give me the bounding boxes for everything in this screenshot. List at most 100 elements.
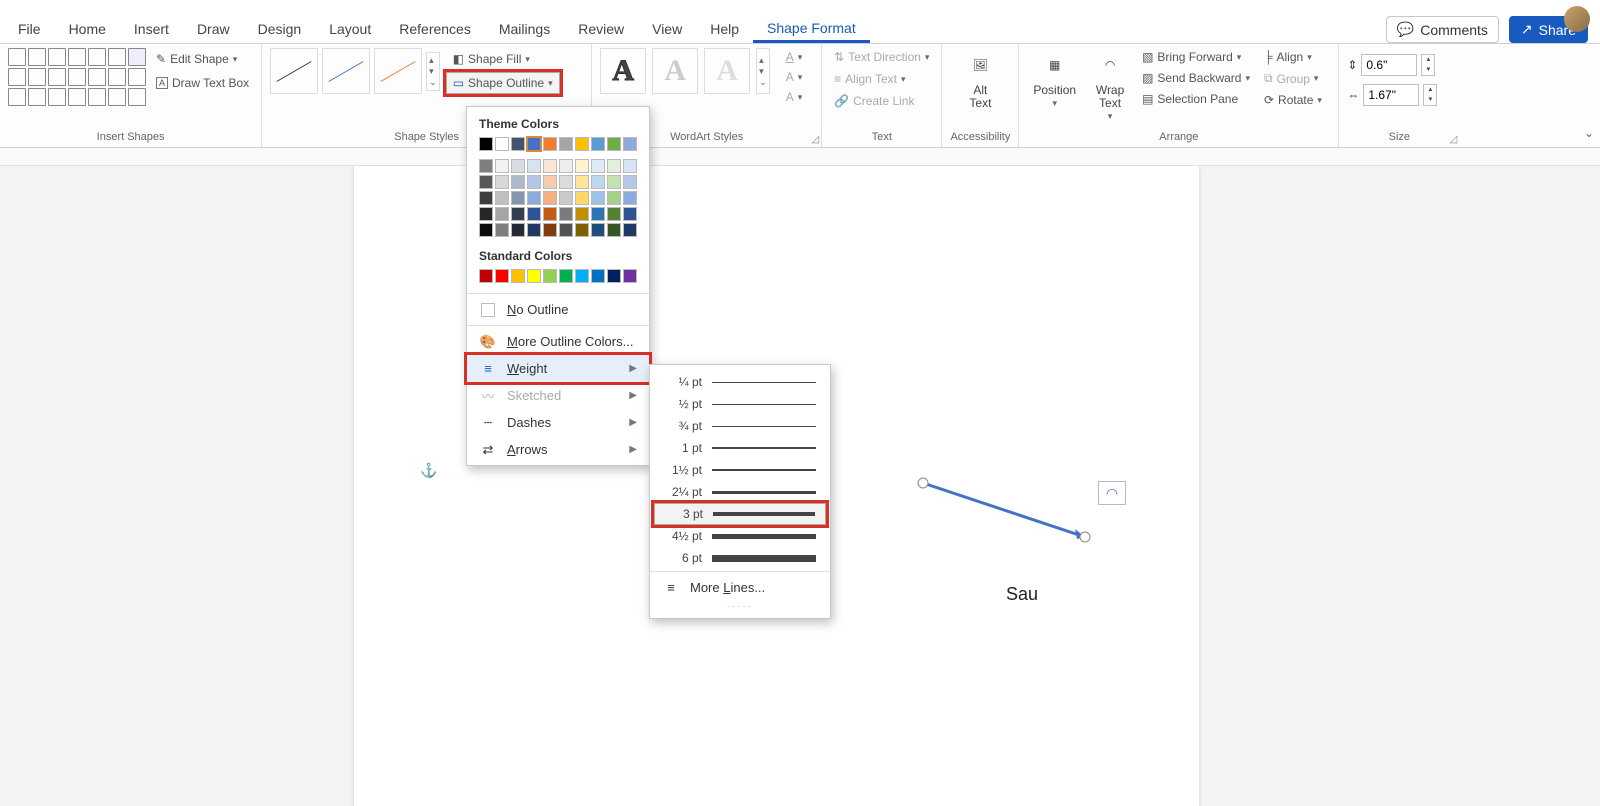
tab-insert[interactable]: Insert	[120, 13, 183, 43]
horizontal-ruler[interactable]	[0, 148, 1600, 166]
text-direction-button[interactable]: ⇅ Text Direction▾	[830, 48, 933, 66]
color-swatch[interactable]	[559, 207, 573, 221]
color-swatch[interactable]	[543, 175, 557, 189]
color-swatch[interactable]	[511, 159, 525, 173]
width-down[interactable]: ▾	[1424, 95, 1436, 105]
more-lines-item[interactable]: ≡ More Lines...	[650, 574, 830, 601]
wrap-text-button[interactable]: ◠ Wrap Text▾	[1088, 48, 1132, 124]
color-swatch[interactable]	[543, 159, 557, 173]
color-swatch[interactable]	[511, 175, 525, 189]
color-swatch[interactable]	[479, 175, 493, 189]
group-button[interactable]: ⧉Group▾	[1260, 69, 1326, 88]
color-swatch[interactable]	[495, 137, 509, 151]
tab-shape-format[interactable]: Shape Format	[753, 12, 870, 43]
color-swatch[interactable]	[623, 191, 637, 205]
shape-fill-button[interactable]: ◧ Shape Fill ▾	[446, 48, 560, 70]
tab-review[interactable]: Review	[564, 13, 638, 43]
align-text-button[interactable]: ≡ Align Text▾	[830, 70, 933, 88]
tab-draw[interactable]: Draw	[183, 13, 244, 43]
color-swatch[interactable]	[559, 191, 573, 205]
tab-home[interactable]: Home	[55, 13, 120, 43]
color-swatch[interactable]	[591, 159, 605, 173]
shape-width-input[interactable]	[1363, 84, 1419, 106]
color-swatch[interactable]	[559, 159, 573, 173]
weight-option[interactable]: 3 pt	[654, 503, 826, 525]
gallery-down-icon[interactable]: ▾	[429, 66, 437, 77]
gallery-more-icon[interactable]: ⌄	[429, 77, 437, 88]
color-swatch[interactable]	[495, 191, 509, 205]
color-swatch[interactable]	[479, 207, 493, 221]
flyout-grip[interactable]: ·····	[650, 601, 830, 612]
align-button[interactable]: ╞Align▾	[1260, 48, 1326, 66]
user-avatar[interactable]	[1564, 6, 1590, 32]
color-swatch[interactable]	[527, 269, 541, 283]
wordart-preview[interactable]: A	[652, 48, 698, 94]
selected-line-shape[interactable]	[919, 479, 1089, 541]
standard-color-row[interactable]	[467, 269, 649, 291]
shape-outline-button[interactable]: ▭ Shape Outline ▾	[446, 72, 560, 94]
color-swatch[interactable]	[607, 159, 621, 173]
selection-pane-button[interactable]: ▤Selection Pane	[1138, 90, 1254, 108]
color-swatch[interactable]	[607, 207, 621, 221]
weight-option[interactable]: 6 pt	[650, 547, 830, 569]
color-swatch[interactable]	[559, 137, 573, 151]
color-swatch[interactable]	[575, 175, 589, 189]
draw-text-box-button[interactable]: A Draw Text Box	[152, 74, 253, 92]
text-effects-button[interactable]: A▾	[782, 88, 807, 106]
color-swatch[interactable]	[591, 207, 605, 221]
color-swatch[interactable]	[607, 137, 621, 151]
text-outline-button[interactable]: A▾	[782, 68, 807, 86]
width-up[interactable]: ▴	[1424, 85, 1436, 95]
theme-color-row[interactable]	[467, 137, 649, 159]
color-swatch[interactable]	[479, 137, 493, 151]
color-swatch[interactable]	[543, 191, 557, 205]
shape-gallery[interactable]	[8, 48, 146, 106]
bring-forward-button[interactable]: ▧Bring Forward▾	[1138, 48, 1254, 66]
color-swatch[interactable]	[623, 159, 637, 173]
color-swatch[interactable]	[607, 191, 621, 205]
color-swatch[interactable]	[543, 137, 557, 151]
arrows-item[interactable]: ⇄ Arrows ▶	[467, 436, 649, 463]
tab-file[interactable]: File	[4, 13, 55, 43]
alt-text-button[interactable]: 🖼 Alt Text	[958, 48, 1002, 112]
color-swatch[interactable]	[543, 207, 557, 221]
color-swatch[interactable]	[623, 175, 637, 189]
wordart-preview[interactable]: A	[600, 48, 646, 94]
weight-option[interactable]: ¼ pt	[650, 371, 830, 393]
edit-shape-button[interactable]: ✎ Edit Shape ▾	[152, 50, 253, 68]
color-swatch[interactable]	[591, 175, 605, 189]
color-swatch[interactable]	[495, 207, 509, 221]
color-swatch[interactable]	[623, 223, 637, 237]
layout-options-button[interactable]: ◠	[1098, 481, 1126, 505]
color-swatch[interactable]	[479, 223, 493, 237]
color-swatch[interactable]	[511, 137, 525, 151]
color-swatch[interactable]	[527, 159, 541, 173]
wordart-preview[interactable]: A	[704, 48, 750, 94]
color-swatch[interactable]	[511, 223, 525, 237]
tab-mailings[interactable]: Mailings	[485, 13, 564, 43]
rotate-button[interactable]: ⟳Rotate▾	[1260, 91, 1326, 109]
color-swatch[interactable]	[575, 223, 589, 237]
color-swatch[interactable]	[543, 223, 557, 237]
send-backward-button[interactable]: ▨Send Backward▾	[1138, 69, 1254, 87]
weight-option[interactable]: ¾ pt	[650, 415, 830, 437]
shape-style-gallery[interactable]: ▴ ▾ ⌄	[270, 48, 440, 94]
color-swatch[interactable]	[607, 223, 621, 237]
tab-design[interactable]: Design	[244, 13, 316, 43]
weight-option[interactable]: 2¼ pt	[650, 481, 830, 503]
color-swatch[interactable]	[607, 269, 621, 283]
tab-view[interactable]: View	[638, 13, 696, 43]
color-swatch[interactable]	[623, 207, 637, 221]
weight-option[interactable]: ½ pt	[650, 393, 830, 415]
comments-button[interactable]: 💬 Comments	[1386, 16, 1499, 43]
color-swatch[interactable]	[527, 175, 541, 189]
collapse-ribbon-icon[interactable]: ⌄	[1584, 126, 1594, 140]
tab-references[interactable]: References	[385, 13, 485, 43]
no-outline-item[interactable]: No Outline	[467, 296, 649, 323]
weight-option[interactable]: 4½ pt	[650, 525, 830, 547]
height-up[interactable]: ▴	[1422, 55, 1434, 65]
color-swatch[interactable]	[559, 223, 573, 237]
color-swatch[interactable]	[527, 223, 541, 237]
color-swatch[interactable]	[559, 269, 573, 283]
tab-layout[interactable]: Layout	[315, 13, 385, 43]
